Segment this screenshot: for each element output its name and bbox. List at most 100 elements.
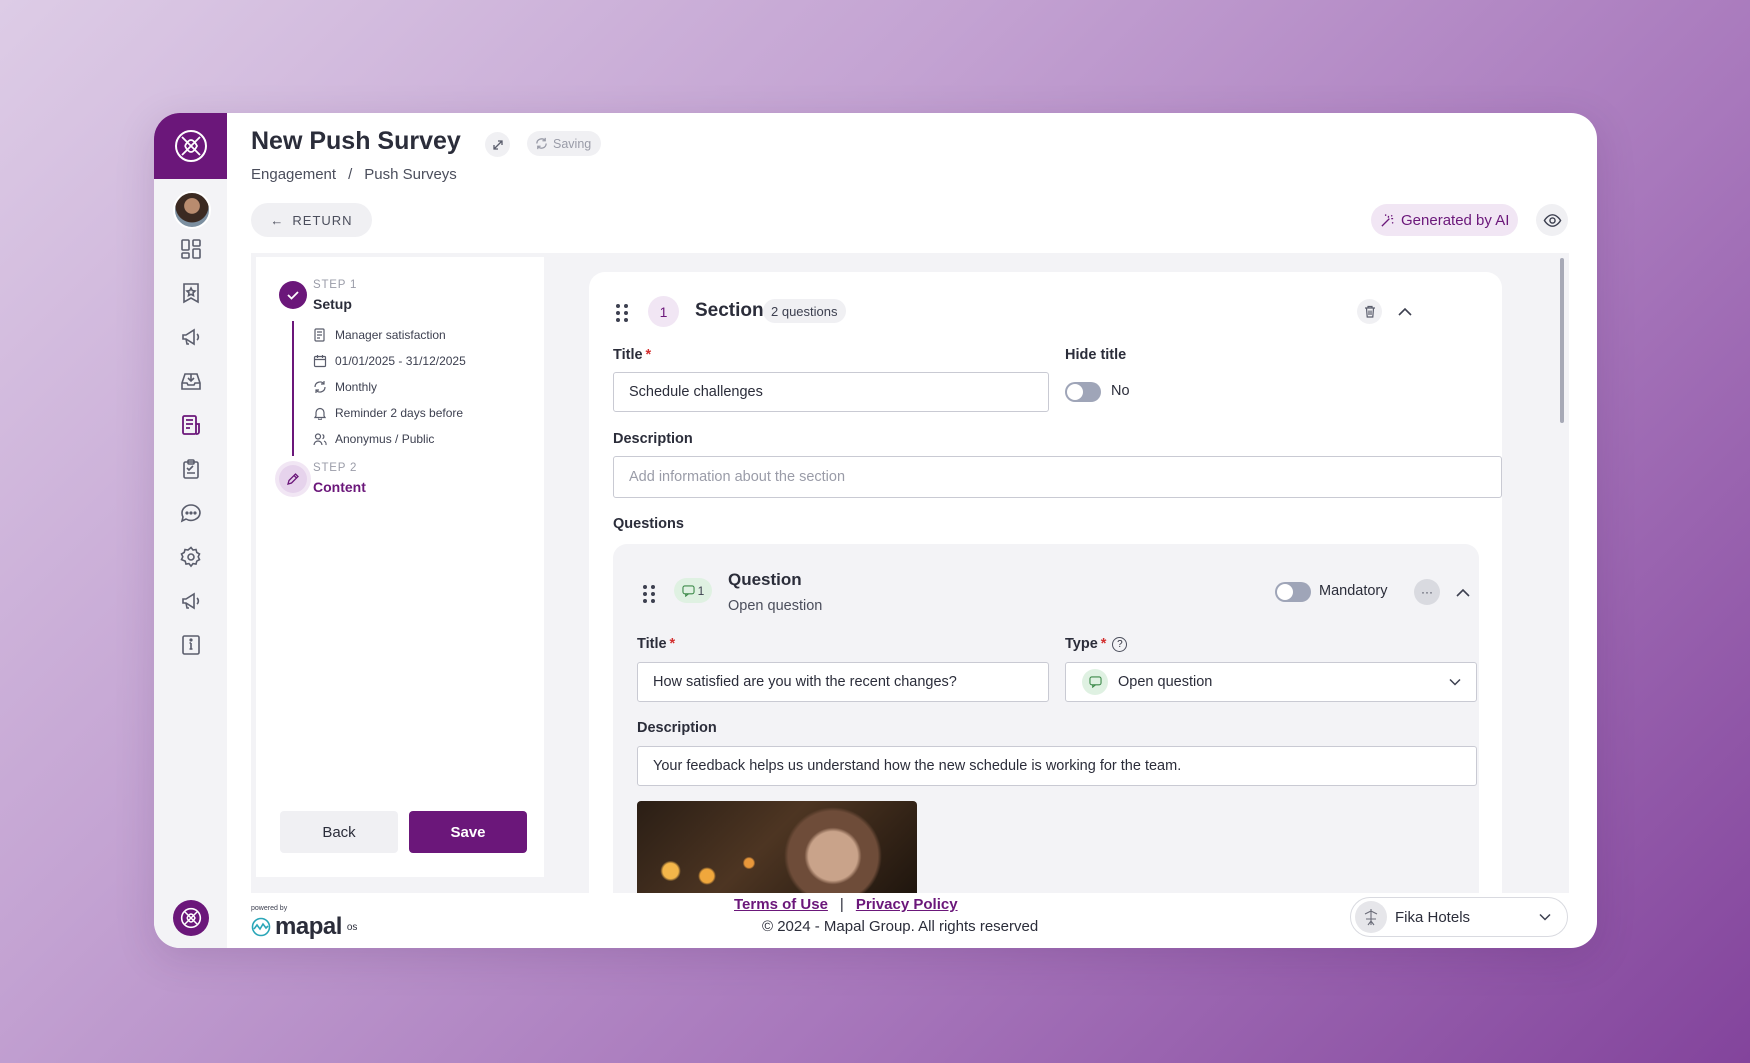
terms-of-use-link[interactable]: Terms of Use [734,896,828,913]
organization-selector[interactable]: Fika Hotels [1350,897,1568,937]
breadcrumb: Engagement / Push Surveys [251,166,457,183]
step1-done-indicator[interactable] [279,281,307,309]
detail-dates: 01/01/2025 - 31/12/2025 [313,354,466,368]
step-connector-line [292,321,294,456]
collapse-question-button[interactable] [1453,582,1473,602]
collapse-section-button[interactable] [1395,301,1415,321]
return-button[interactable]: ← RETURN [251,203,372,237]
detail-reminder: Reminder 2 days before [313,406,463,420]
pencil-icon [287,473,299,485]
delete-section-button[interactable] [1357,299,1382,324]
user-avatar[interactable] [173,191,211,229]
page-title: New Push Survey [251,127,461,155]
question-type-subtitle: Open question [728,598,823,614]
question-type-value: Open question [1118,674,1213,690]
step1-name[interactable]: Setup [313,296,352,312]
refresh-icon [314,381,326,393]
detail-frequency: Monthly [313,380,377,394]
questions-label: Questions [613,516,684,532]
settings-gear-icon[interactable] [178,544,204,570]
steps-panel: STEP 1 Setup Manager satisfaction 01/01/… [256,257,544,877]
preview-button[interactable] [1536,204,1568,236]
nav-rail [154,113,227,948]
bookmark-star-icon[interactable] [178,280,204,306]
footer-links: Terms of Use | Privacy Policy [734,896,958,913]
mapal-wave-icon [251,917,271,937]
privacy-policy-link[interactable]: Privacy Policy [856,896,958,913]
question-heading: Question [728,570,802,589]
organization-name: Fika Hotels [1395,908,1471,926]
section-title-label: Title * [613,347,652,363]
sync-icon [536,137,547,150]
question-type-select[interactable]: Open question [1065,662,1477,702]
detail-survey: Manager satisfaction [313,328,446,342]
magic-wand-icon [1381,213,1394,227]
section-title: Section [695,300,764,321]
question-image[interactable] [637,801,917,893]
trash-icon [1364,305,1375,318]
step1-kicker: STEP 1 [313,279,358,291]
save-button[interactable]: Save [409,811,527,853]
chat-icon[interactable] [178,500,204,526]
brand-wordmark: mapal [275,913,342,940]
announcement-icon[interactable] [178,588,204,614]
clipboard-check-icon[interactable] [178,456,204,482]
open-question-type-icon [1082,669,1108,695]
mapal-logo-icon [174,130,207,162]
more-options-button[interactable]: ··· [1414,579,1440,605]
detail-survey-text: Manager satisfaction [335,328,446,342]
section-question-count: 2 questions [763,299,846,323]
detail-audience-text: Anonymus / Public [335,432,435,446]
mapal-logo-small-icon [180,907,202,929]
detail-reminder-text: Reminder 2 days before [335,406,464,420]
section-description-input[interactable]: Add information about the section [613,456,1502,498]
mapal-os-logo: mapal os [251,913,357,941]
mapal-bottom-logo[interactable] [173,900,209,936]
saving-status-badge: Saving [527,131,602,156]
chevron-down-icon [1449,678,1461,686]
inbox-download-icon[interactable] [178,368,204,394]
hide-title-label: Hide title [1065,347,1127,363]
help-icon[interactable]: ? [1112,637,1128,652]
question-title-input[interactable]: How satisfied are you with the recent ch… [637,662,1049,702]
generated-by-ai-button[interactable]: Generated by AI [1371,204,1519,236]
detail-audience: Anonymus / Public [313,432,434,446]
more-dots-icon: ··· [1421,585,1433,599]
breadcrumb-engagement[interactable]: Engagement [251,166,336,183]
question-card: 1 Question Open question Mandatory ··· T… [613,544,1479,893]
hotel-logo-icon [1364,909,1378,926]
chevron-up-icon [1398,307,1412,316]
breadcrumb-push-surveys[interactable]: Push Surveys [364,166,457,183]
chevron-down-icon [1539,913,1551,921]
mandatory-toggle[interactable] [1275,582,1311,602]
footer-link-separator: | [839,896,844,913]
content-scrollbar[interactable] [1560,258,1564,423]
dashboard-icon[interactable] [178,236,204,262]
hide-title-toggle[interactable] [1065,382,1101,402]
chat-bubble-icon [682,584,695,597]
section-title-input[interactable]: Schedule challenges [613,372,1049,412]
megaphone-icon[interactable] [178,324,204,350]
check-icon [287,291,299,300]
survey-nav-icon[interactable] [178,412,204,438]
breadcrumb-separator: / [348,166,353,183]
question-description-input[interactable]: Your feedback helps us understand how th… [637,746,1477,786]
users-icon [313,433,327,446]
info-book-icon[interactable] [178,632,204,658]
organization-avatar [1355,901,1387,933]
section-drag-handle-icon[interactable] [616,304,628,322]
brand-suffix: os [346,921,358,933]
step2-name[interactable]: Content [313,479,366,495]
question-drag-handle-icon[interactable] [643,585,655,603]
ai-label: Generated by AI [1401,211,1510,229]
section-description-label: Description [613,431,693,447]
expand-button[interactable] [485,132,510,157]
app-logo[interactable] [154,113,227,179]
question-type-label: Type *? [1065,636,1128,652]
calendar-icon [313,355,327,368]
arrow-left-icon: ← [270,212,285,228]
question-number-badge: 1 [674,578,712,603]
back-button[interactable]: Back [280,811,398,853]
eye-icon [1543,213,1561,227]
step2-active-indicator[interactable] [275,461,311,497]
